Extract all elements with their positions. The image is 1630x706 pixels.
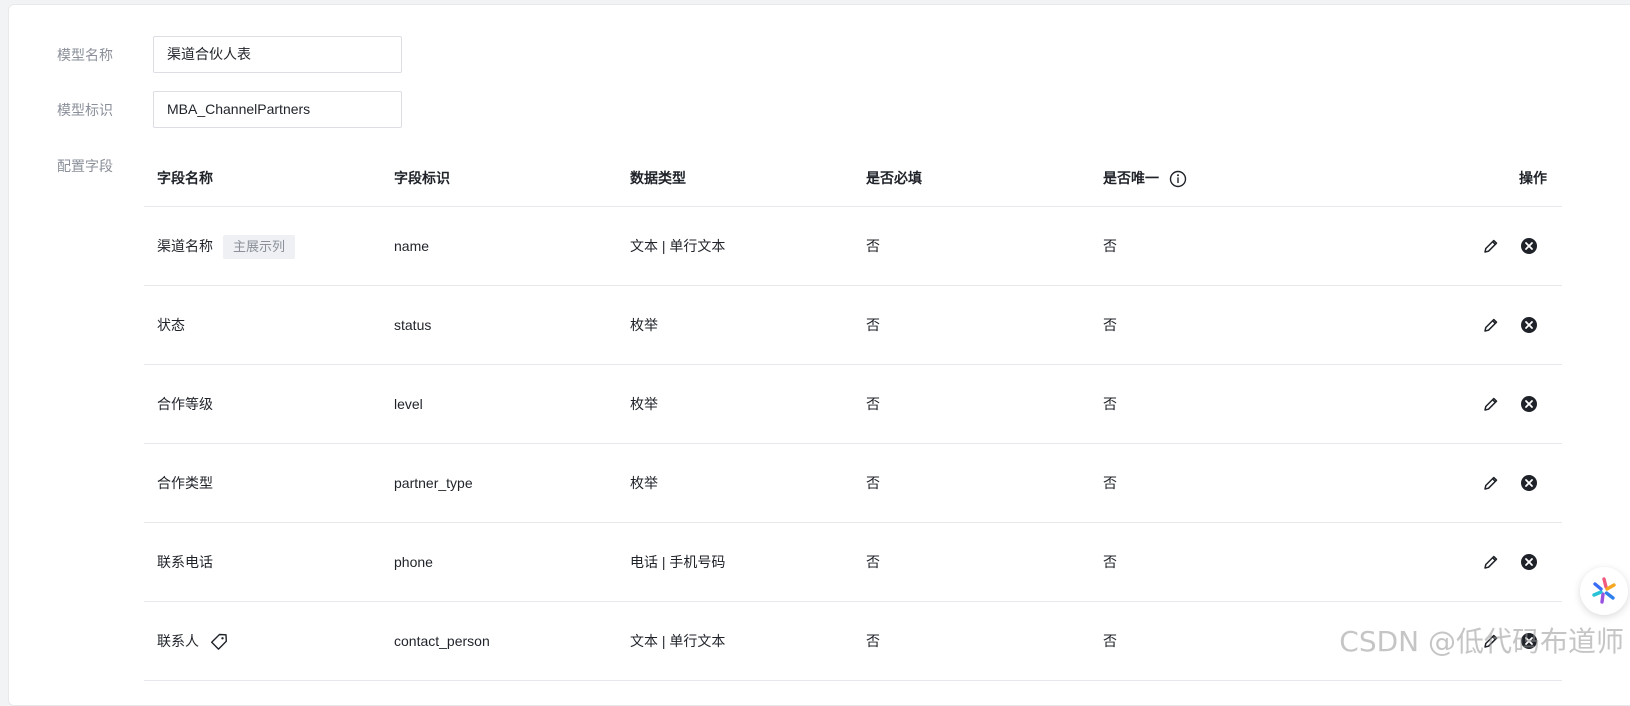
info-icon[interactable] xyxy=(1169,170,1187,188)
close-circle-icon[interactable] xyxy=(1518,393,1540,415)
close-circle-icon[interactable] xyxy=(1518,472,1540,494)
model-name-label: 模型名称 xyxy=(57,47,113,63)
field-id-cell: phone xyxy=(394,554,433,570)
pencil-icon[interactable] xyxy=(1480,551,1502,573)
header-unique-label: 是否唯一 xyxy=(1103,170,1159,186)
table-row: 合作等级 level 枚举 否 否 xyxy=(144,365,1562,444)
field-name-cell: 状态 xyxy=(157,317,185,333)
field-id-cell: name xyxy=(394,238,430,254)
header-unique: 是否唯一 xyxy=(1103,155,1187,206)
required-cell: 否 xyxy=(866,633,880,649)
unique-cell: 否 xyxy=(1103,317,1117,333)
unique-cell: 否 xyxy=(1103,238,1117,254)
assistant-logo-icon xyxy=(1592,577,1616,604)
model-name-input[interactable]: 渠道合伙人表 xyxy=(153,36,402,73)
table-row: 联系电话 phone 电话 | 手机号码 否 否 xyxy=(144,523,1562,602)
table-header: 字段名称 字段标识 数据类型 是否必填 是否唯一 操作 xyxy=(144,155,1562,207)
required-cell: 否 xyxy=(866,475,880,491)
primary-display-tag: 主展示列 xyxy=(223,235,296,260)
header-data-type: 数据类型 xyxy=(630,170,686,186)
field-id-cell: status xyxy=(394,317,432,333)
tag-icon xyxy=(210,634,227,651)
field-name-cell: 合作类型 xyxy=(157,475,213,491)
unique-cell: 否 xyxy=(1103,475,1117,491)
data-type-cell: 枚举 xyxy=(630,475,658,491)
data-type-cell: 枚举 xyxy=(630,396,658,412)
pencil-icon[interactable] xyxy=(1480,314,1502,336)
data-type-cell: 文本 | 单行文本 xyxy=(630,633,726,649)
header-field-id: 字段标识 xyxy=(394,170,450,186)
header-actions: 操作 xyxy=(1519,170,1547,186)
required-cell: 否 xyxy=(866,317,880,333)
field-name-cell: 渠道名称 主展示列 xyxy=(157,207,296,285)
close-circle-icon[interactable] xyxy=(1518,551,1540,573)
field-id-cell: level xyxy=(394,396,423,412)
row-actions xyxy=(1480,365,1540,443)
pencil-icon[interactable] xyxy=(1480,472,1502,494)
model-id-label: 模型标识 xyxy=(57,102,113,118)
close-circle-icon[interactable] xyxy=(1518,314,1540,336)
row-actions xyxy=(1480,523,1540,601)
field-id-cell: contact_person xyxy=(394,633,490,649)
model-id-input[interactable]: MBA_ChannelPartners xyxy=(153,91,402,128)
unique-cell: 否 xyxy=(1103,633,1117,649)
close-circle-icon[interactable] xyxy=(1518,235,1540,257)
table-row: 状态 status 枚举 否 否 xyxy=(144,286,1562,365)
field-id-cell: partner_type xyxy=(394,475,473,491)
required-cell: 否 xyxy=(866,238,880,254)
unique-cell: 否 xyxy=(1103,554,1117,570)
field-name-cell: 联系电话 xyxy=(157,554,213,570)
header-required: 是否必填 xyxy=(866,170,922,186)
row-actions xyxy=(1480,207,1540,285)
data-type-cell: 文本 | 单行文本 xyxy=(630,238,726,254)
row-actions xyxy=(1480,286,1540,364)
field-name-cell: 合作等级 xyxy=(157,396,213,412)
table-row: 合作类型 partner_type 枚举 否 否 xyxy=(144,444,1562,523)
fields-label: 配置字段 xyxy=(57,158,113,174)
pencil-icon[interactable] xyxy=(1480,235,1502,257)
required-cell: 否 xyxy=(866,396,880,412)
row-actions xyxy=(1480,444,1540,522)
assistant-fab-button[interactable] xyxy=(1580,567,1628,615)
required-cell: 否 xyxy=(866,554,880,570)
unique-cell: 否 xyxy=(1103,396,1117,412)
data-type-cell: 电话 | 手机号码 xyxy=(630,554,726,570)
watermark-text: CSDN @低代码布道师 xyxy=(1339,625,1624,658)
field-name-text: 联系人 xyxy=(157,633,199,649)
fields-table: 字段名称 字段标识 数据类型 是否必填 是否唯一 操作 渠道名称 主展示列 nam… xyxy=(144,155,1562,681)
field-name-text: 渠道名称 xyxy=(157,238,213,254)
data-type-cell: 枚举 xyxy=(630,317,658,333)
field-name-cell: 联系人 xyxy=(157,602,229,680)
pencil-icon[interactable] xyxy=(1480,393,1502,415)
table-row: 渠道名称 主展示列 name 文本 | 单行文本 否 否 xyxy=(144,207,1562,286)
header-field-name: 字段名称 xyxy=(157,170,213,186)
